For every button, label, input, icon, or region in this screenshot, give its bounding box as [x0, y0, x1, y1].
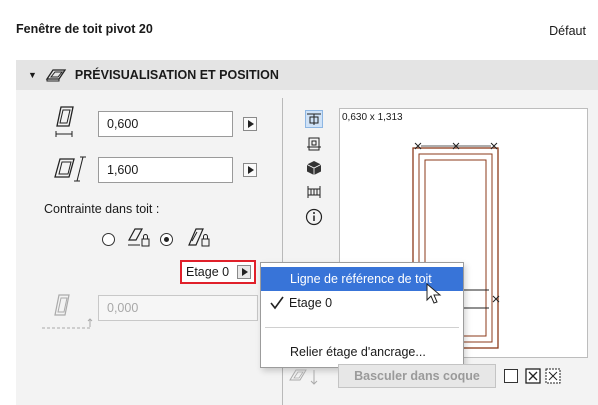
constraint-free-icon	[127, 228, 150, 247]
constraint-radio-1[interactable]	[102, 233, 115, 246]
section-view-icon[interactable]	[305, 183, 323, 201]
shell-toggle-icon	[289, 369, 318, 385]
window-title: Fenêtre de toit pivot 20	[16, 22, 153, 36]
option-checkbox-3[interactable]	[545, 368, 561, 384]
menu-item-label: Etage 0	[289, 296, 333, 310]
mouse-cursor-icon	[426, 283, 442, 304]
3d-view-icon[interactable]	[305, 159, 323, 177]
skylight-icon	[45, 69, 67, 82]
offset-icon	[42, 294, 93, 329]
constraint-label: Contrainte dans toit :	[44, 202, 160, 216]
etage-label: Etage 0	[186, 265, 230, 279]
basculer-button[interactable]: Basculer dans coque	[338, 364, 496, 388]
align-center-icon[interactable]	[305, 135, 323, 153]
menu-item-label: Relier étage d'ancrage...	[290, 345, 426, 359]
collapse-triangle-icon[interactable]: ▼	[28, 70, 37, 80]
width-icon	[55, 106, 74, 137]
align-top-icon[interactable]	[305, 110, 323, 128]
height-input[interactable]: 1,600	[98, 157, 233, 183]
info-icon[interactable]	[305, 208, 323, 226]
constraint-radio-2[interactable]	[160, 233, 173, 246]
option-checkbox-2[interactable]	[525, 368, 541, 384]
option-checkbox-1[interactable]	[504, 369, 518, 383]
menu-item-relier-etage[interactable]: Relier étage d'ancrage...	[261, 340, 463, 364]
section-header[interactable]: ▼ PRÉVISUALISATION ET POSITION	[16, 60, 598, 90]
offset-input[interactable]: 0,000	[98, 295, 258, 321]
etage-dropdown[interactable]: Etage 0	[180, 260, 256, 284]
width-menu-button[interactable]	[243, 117, 257, 131]
constraint-locked-icon	[188, 228, 210, 247]
height-icon	[54, 156, 86, 182]
etage-menu-button[interactable]	[237, 265, 251, 279]
height-menu-button[interactable]	[243, 163, 257, 177]
checkmark-icon	[270, 296, 284, 310]
section-title: PRÉVISUALISATION ET POSITION	[74, 68, 279, 82]
menu-separator	[265, 327, 459, 328]
menu-item-label: Ligne de référence de toit	[290, 272, 432, 286]
width-input[interactable]: 0,600	[98, 111, 233, 137]
etage-popup-menu: Ligne de référence de toit Etage 0 Relie…	[260, 262, 464, 368]
default-label[interactable]: Défaut	[549, 24, 586, 38]
